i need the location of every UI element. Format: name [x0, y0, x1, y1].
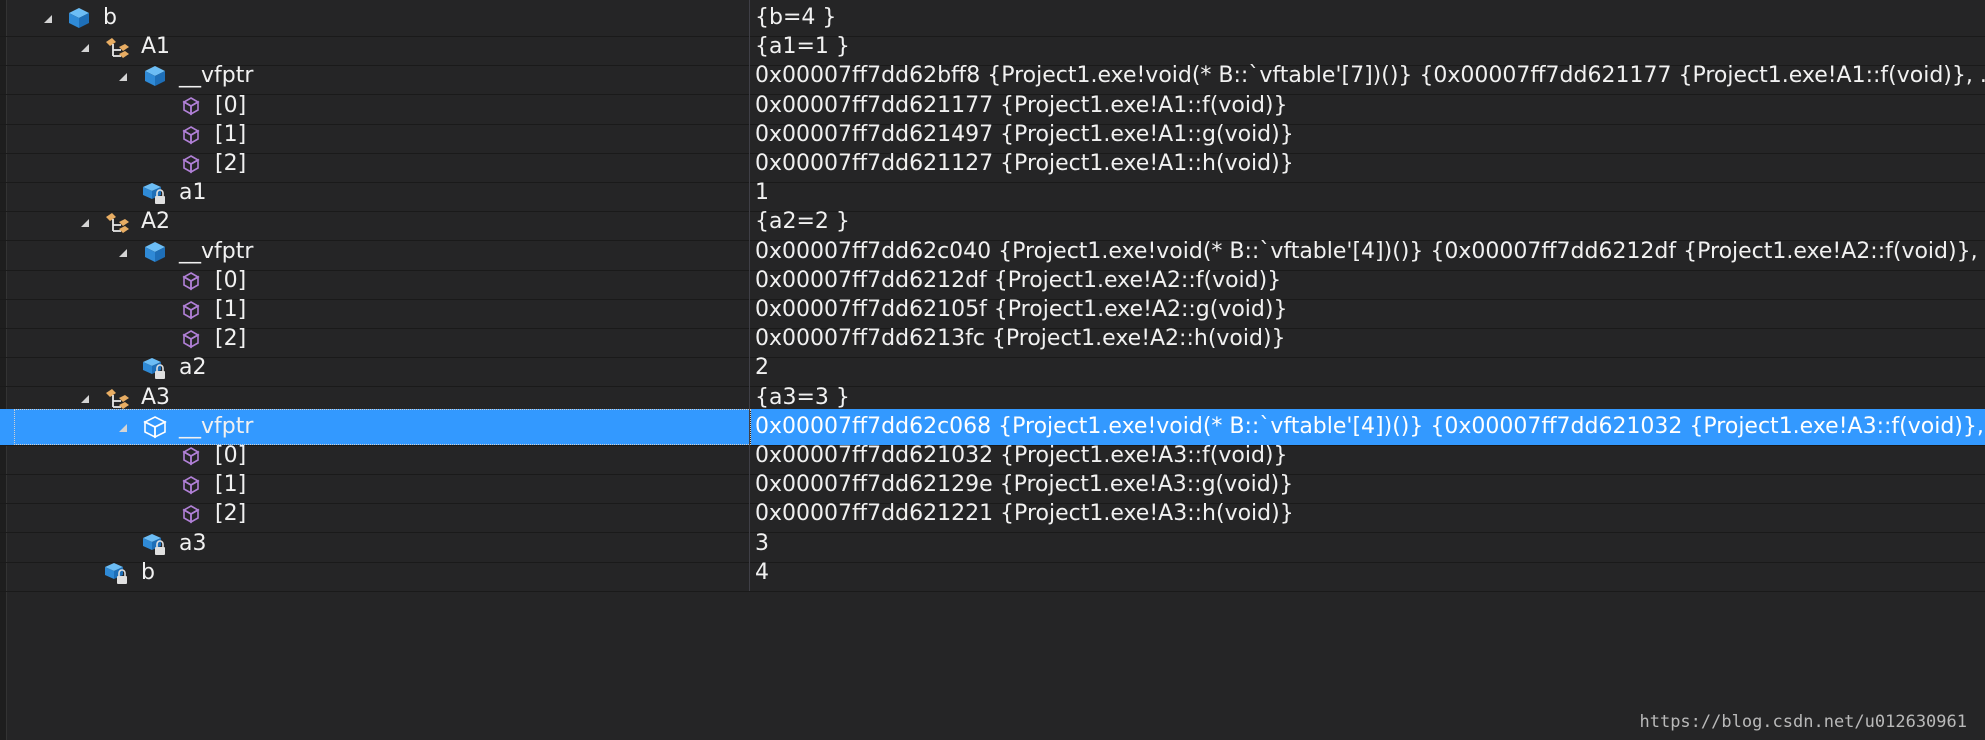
private-field-icon [142, 180, 168, 206]
private-field-icon [142, 531, 168, 557]
object-icon [66, 5, 92, 31]
method-icon [178, 268, 204, 294]
object-icon [142, 63, 168, 89]
expand-toggle-icon[interactable] [116, 69, 130, 83]
object-icon [142, 239, 168, 265]
method-icon [178, 443, 204, 469]
expand-toggle-icon[interactable] [116, 245, 130, 259]
watermark: https://blog.csdn.net/u012630961 [1639, 712, 1967, 732]
value-cell[interactable]: 4 [751, 555, 1985, 591]
base-class-icon [104, 209, 130, 235]
expand-toggle-icon[interactable] [41, 11, 55, 25]
method-icon [178, 93, 204, 119]
method-icon [178, 151, 204, 177]
expand-toggle-icon[interactable] [78, 215, 92, 229]
base-class-icon [104, 385, 130, 411]
method-icon [178, 326, 204, 352]
watch-row[interactable]: b4 [0, 555, 1985, 592]
variable-name: b [141, 560, 155, 585]
method-icon [178, 472, 204, 498]
expand-toggle-icon[interactable] [78, 391, 92, 405]
method-icon [178, 501, 204, 527]
name-cell[interactable]: b [0, 555, 750, 591]
method-icon [178, 297, 204, 323]
private-field-icon [142, 355, 168, 381]
private-field-icon [104, 560, 130, 586]
method-icon [178, 122, 204, 148]
base-class-icon [104, 34, 130, 60]
watch-tree[interactable]: b {b=4 } A1 {a1=1 } __vfptr 0x00007ff7dd62bff… [0, 0, 1985, 740]
expand-toggle-icon[interactable] [78, 40, 92, 54]
